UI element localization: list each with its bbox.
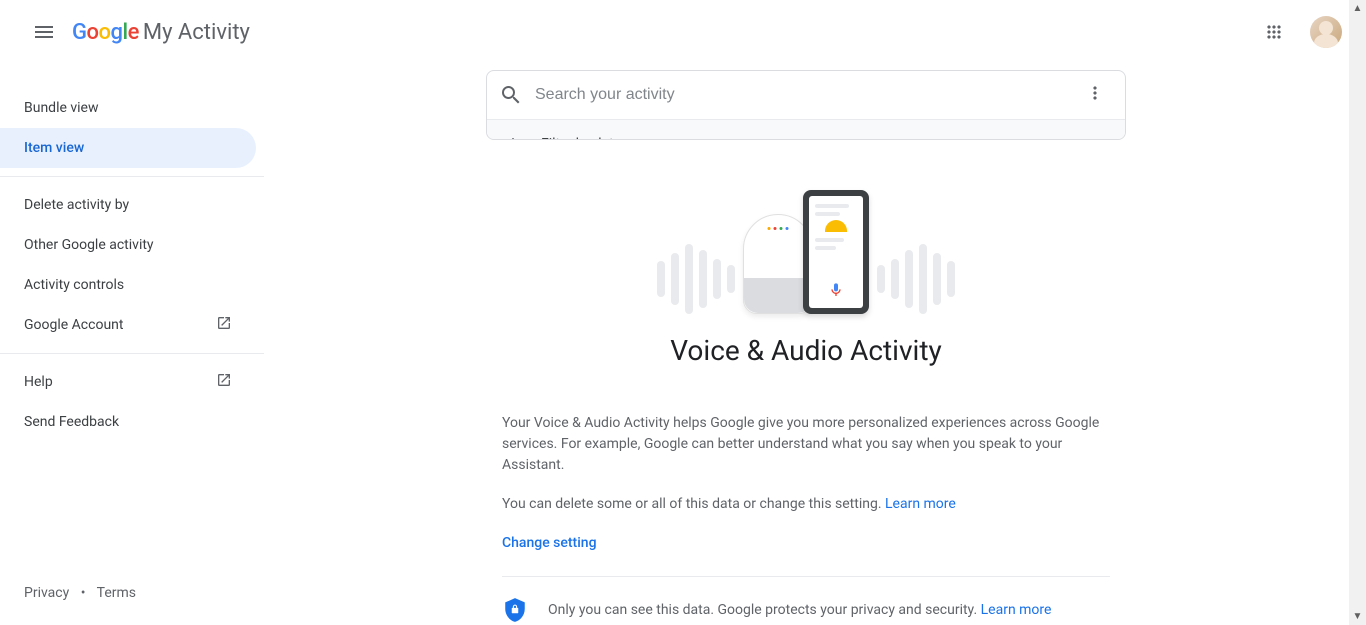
- scroll-up-arrow-icon[interactable]: ▲: [1349, 0, 1366, 17]
- divider: [502, 576, 1110, 577]
- sidebar-item-label: Help: [24, 374, 53, 390]
- divider: [0, 176, 264, 177]
- privacy-link[interactable]: Privacy: [24, 585, 69, 601]
- sidebar-item-label: Item view: [24, 140, 84, 156]
- account-avatar[interactable]: [1310, 16, 1342, 48]
- page-title: Voice & Audio Activity: [486, 334, 1126, 367]
- learn-more-link[interactable]: Learn more: [885, 496, 956, 512]
- google-logo-text: Google: [72, 20, 139, 45]
- shield-lock-icon: [502, 595, 528, 625]
- search-card: Filter by date: [486, 70, 1126, 140]
- sidebar-item-delete-activity[interactable]: Delete activity by: [0, 185, 256, 225]
- main-content: Filter by date: [264, 64, 1348, 625]
- hero-illustration: [486, 164, 1126, 314]
- dot-separator: •: [81, 585, 86, 601]
- more-vert-icon: [1085, 83, 1105, 103]
- sidebar: Bundle view Item view Delete activity by…: [0, 64, 264, 625]
- filter-label: Filter by date: [541, 136, 621, 141]
- external-link-icon: [216, 372, 232, 392]
- hamburger-icon: [32, 20, 56, 44]
- sidebar-item-activity-controls[interactable]: Activity controls: [0, 265, 256, 305]
- privacy-text: Only you can see this data. Google prote…: [548, 602, 981, 618]
- sidebar-item-label: Bundle view: [24, 100, 99, 116]
- sidebar-item-help[interactable]: Help: [0, 362, 256, 402]
- description-text: You can delete some or all of this data …: [502, 496, 885, 512]
- sidebar-item-label: Activity controls: [24, 277, 124, 293]
- soundwave-left-icon: [657, 244, 735, 314]
- hero: Voice & Audio Activity: [486, 164, 1126, 367]
- logo[interactable]: Google My Activity: [72, 20, 250, 45]
- search-row: [487, 71, 1125, 119]
- phone-device-icon: [803, 190, 869, 314]
- sidebar-item-label: Send Feedback: [24, 414, 119, 430]
- description-paragraph-1: Your Voice & Audio Activity helps Google…: [502, 413, 1110, 476]
- body-text: Your Voice & Audio Activity helps Google…: [502, 413, 1110, 625]
- sidebar-item-label: Google Account: [24, 317, 123, 333]
- change-setting-link[interactable]: Change setting: [502, 533, 1110, 554]
- terms-link[interactable]: Terms: [97, 585, 136, 601]
- header: Google My Activity: [0, 0, 1366, 64]
- privacy-learn-more-link[interactable]: Learn more: [981, 602, 1052, 618]
- vertical-scrollbar[interactable]: ▲ ▼: [1349, 0, 1366, 625]
- sidebar-footer: Privacy • Terms: [24, 585, 136, 601]
- sidebar-item-other-activity[interactable]: Other Google activity: [0, 225, 256, 265]
- sidebar-item-google-account[interactable]: Google Account: [0, 305, 256, 345]
- sidebar-item-send-feedback[interactable]: Send Feedback: [0, 402, 256, 442]
- external-link-icon: [216, 315, 232, 335]
- sidebar-item-label: Delete activity by: [24, 197, 129, 213]
- sidebar-item-item-view[interactable]: Item view: [0, 128, 256, 168]
- app-name: My Activity: [143, 20, 250, 45]
- taco-icon: [825, 220, 847, 232]
- search-input[interactable]: [535, 86, 1077, 104]
- privacy-notice: Only you can see this data. Google prote…: [502, 595, 1110, 625]
- plus-icon: [503, 134, 523, 141]
- microphone-icon: [828, 282, 844, 298]
- sidebar-item-label: Other Google activity: [24, 237, 154, 253]
- filter-by-date-button[interactable]: Filter by date: [487, 119, 1125, 140]
- sidebar-item-bundle-view[interactable]: Bundle view: [0, 88, 256, 128]
- google-apps-button[interactable]: [1254, 12, 1294, 52]
- main-menu-button[interactable]: [20, 8, 68, 56]
- divider: [0, 353, 264, 354]
- description-paragraph-2: You can delete some or all of this data …: [502, 494, 1110, 515]
- search-more-button[interactable]: [1077, 75, 1113, 115]
- scroll-down-arrow-icon[interactable]: ▼: [1349, 608, 1366, 625]
- search-icon: [499, 83, 523, 107]
- soundwave-right-icon: [877, 244, 955, 314]
- apps-grid-icon: [1264, 22, 1284, 42]
